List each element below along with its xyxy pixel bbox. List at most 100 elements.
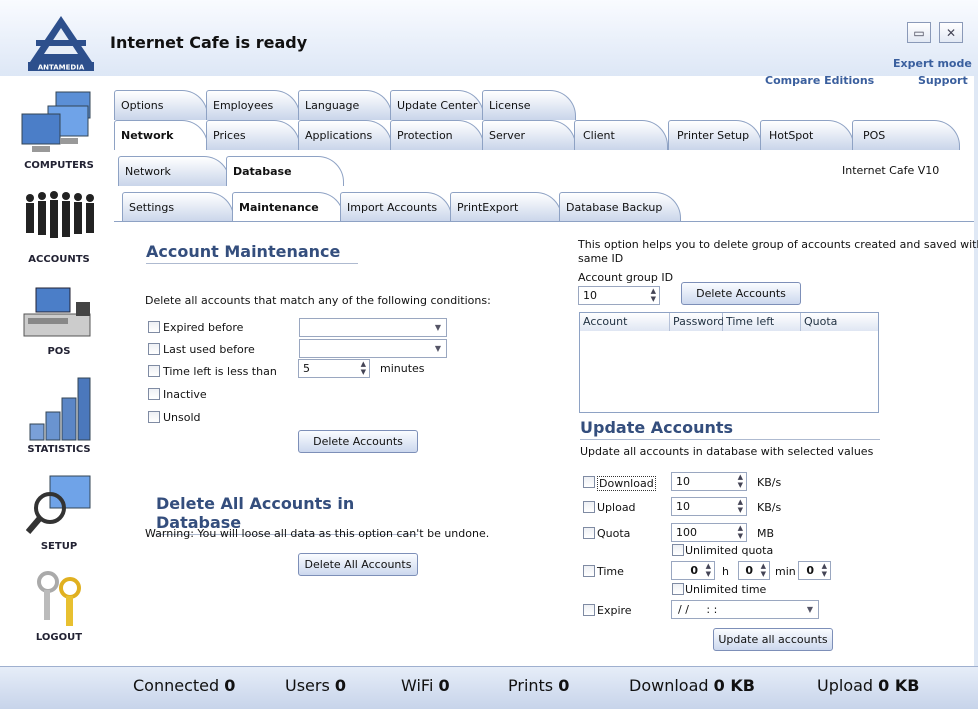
inactive-checkbox[interactable]: [148, 388, 160, 400]
grid-header-quota[interactable]: Quota: [801, 313, 878, 331]
tab-options[interactable]: Options: [114, 90, 208, 120]
account-group-id-stepper[interactable]: 10 ▲ ▼: [578, 286, 660, 305]
grid-header-account[interactable]: Account: [580, 313, 670, 331]
spinner-arrows-icon[interactable]: ▲ ▼: [738, 473, 743, 489]
minimize-button[interactable]: ▭: [907, 22, 931, 43]
time-left-checkbox[interactable]: [148, 365, 160, 377]
quota-value: 100: [676, 526, 697, 539]
tab-employees[interactable]: Employees: [206, 90, 300, 120]
tab-pos[interactable]: POS: [852, 120, 960, 150]
quota-label: Quota: [597, 527, 631, 540]
update-all-accounts-button[interactable]: Update all accounts: [713, 628, 833, 651]
chevron-down-icon: ▼: [434, 344, 441, 353]
tab-client[interactable]: Client: [574, 120, 668, 150]
subtab-import-accounts[interactable]: Import Accounts: [340, 192, 452, 222]
tab-language[interactable]: Language: [298, 90, 392, 120]
status-users-label: Users: [285, 676, 330, 695]
grid-header-time-left[interactable]: Time left: [723, 313, 801, 331]
time-minutes-stepper[interactable]: 0 ▲ ▼: [738, 561, 770, 580]
support-link[interactable]: Support: [918, 74, 968, 87]
header-bar: ANTAMEDIA Internet Cafe is ready ▭ ✕ Exp…: [0, 0, 978, 76]
tab-printer-setup[interactable]: Printer Setup: [668, 120, 762, 150]
subtab-database-backup[interactable]: Database Backup: [559, 192, 681, 222]
time-left-minutes-stepper[interactable]: 5 ▲ ▼: [298, 359, 370, 378]
status-users-value: 0: [334, 676, 347, 695]
compare-editions-link[interactable]: Compare Editions: [765, 74, 874, 87]
status-download-value: 0 KB: [713, 676, 755, 695]
expire-checkbox[interactable]: [583, 604, 595, 616]
update-accounts-title: Update Accounts: [580, 418, 880, 440]
subtab-network[interactable]: Network: [118, 156, 230, 186]
last-used-before-date-select[interactable]: ▼: [299, 339, 447, 358]
expert-mode-link[interactable]: Expert mode: [893, 57, 972, 70]
download-checkbox[interactable]: [583, 476, 595, 488]
unlimited-quota-checkbox[interactable]: [672, 544, 684, 556]
tab-prices[interactable]: Prices: [206, 120, 300, 150]
tab-hotspot[interactable]: HotSpot: [760, 120, 854, 150]
spinner-arrows-icon[interactable]: ▲ ▼: [738, 524, 743, 540]
subtab-settings[interactable]: Settings: [122, 192, 234, 222]
tab-network[interactable]: Network: [114, 120, 208, 150]
delete-accounts-button[interactable]: Delete Accounts: [298, 430, 418, 453]
expired-before-date-select[interactable]: ▼: [299, 318, 447, 337]
spinner-arrows-icon[interactable]: ▲ ▼: [738, 498, 743, 514]
tab-license[interactable]: License: [482, 90, 576, 120]
time-label: Time: [597, 565, 624, 578]
quota-checkbox[interactable]: [583, 527, 595, 539]
time-hours-stepper[interactable]: 0 ▲ ▼: [671, 561, 715, 580]
sidebar-item-statistics[interactable]: STATISTICS: [0, 370, 118, 456]
spinner-arrows-icon[interactable]: ▲ ▼: [651, 287, 656, 303]
quota-stepper[interactable]: 100 ▲ ▼: [671, 523, 747, 542]
close-button[interactable]: ✕: [939, 22, 963, 43]
sidebar-item-setup[interactable]: SETUP: [0, 468, 118, 554]
status-upload: Upload 0 KB: [817, 676, 919, 695]
upload-checkbox[interactable]: [583, 501, 595, 513]
spinner-arrows-icon[interactable]: ▲ ▼: [822, 562, 827, 578]
download-speed-stepper[interactable]: 10 ▲ ▼: [671, 472, 747, 491]
account-group-id-label: Account group ID: [578, 271, 674, 284]
sidebar-item-logout[interactable]: LOGOUT: [0, 566, 118, 646]
delete-group-accounts-button[interactable]: Delete Accounts: [681, 282, 801, 305]
spinner-arrows-icon[interactable]: ▲ ▼: [761, 562, 766, 578]
expired-before-label: Expired before: [163, 321, 244, 334]
hours-unit: h: [722, 565, 729, 578]
expired-before-checkbox[interactable]: [148, 321, 160, 333]
delete-all-accounts-button[interactable]: Delete All Accounts: [298, 553, 418, 576]
chevron-down-icon: ▼: [434, 323, 441, 332]
tab-protection[interactable]: Protection: [390, 120, 484, 150]
last-used-before-label: Last used before: [163, 343, 255, 356]
download-value: 10: [676, 475, 690, 488]
sidebar-label-accounts: ACCOUNTS: [28, 254, 90, 265]
upload-speed-stepper[interactable]: 10 ▲ ▼: [671, 497, 747, 516]
subtab-database[interactable]: Database: [226, 156, 344, 186]
grid-header-password[interactable]: Password: [670, 313, 724, 331]
app-window: ANTAMEDIA Internet Cafe is ready ▭ ✕ Exp…: [0, 0, 978, 709]
expire-datetime-select[interactable]: / / : : ▼: [671, 600, 819, 619]
pos-terminal-icon: [23, 287, 91, 337]
unlimited-time-checkbox[interactable]: [672, 583, 684, 595]
status-wifi: WiFi 0: [401, 676, 450, 695]
spinner-arrows-icon[interactable]: ▲ ▼: [361, 360, 366, 376]
spinner-arrows-icon[interactable]: ▲ ▼: [706, 562, 711, 578]
last-used-before-checkbox[interactable]: [148, 343, 160, 355]
upload-label: Upload: [597, 501, 636, 514]
sidebar-item-pos[interactable]: POS: [0, 280, 118, 360]
sidebar: COMPUTERS ACCOUNTS POS STATISTICS SETUP …: [0, 76, 118, 666]
tab-applications[interactable]: Applications: [298, 120, 392, 150]
time-hours-value: 0: [690, 564, 698, 577]
sidebar-item-accounts[interactable]: ACCOUNTS: [0, 184, 118, 272]
time-seconds-value: 0: [806, 564, 814, 577]
subtab-maintenance[interactable]: Maintenance: [232, 192, 344, 222]
time-seconds-stepper[interactable]: 0 ▲ ▼: [798, 561, 831, 580]
status-users: Users 0: [285, 676, 346, 695]
unsold-checkbox[interactable]: [148, 411, 160, 423]
sidebar-item-computers[interactable]: COMPUTERS: [0, 84, 118, 176]
accounts-grid[interactable]: Account Password Time left Quota: [579, 312, 879, 413]
time-checkbox[interactable]: [583, 565, 595, 577]
maintenance-description: Delete all accounts that match any of th…: [145, 294, 491, 307]
subtab-printexport[interactable]: PrintExport: [450, 192, 562, 222]
unlimited-time-label: Unlimited time: [685, 583, 767, 596]
tab-update-center[interactable]: Update Center: [390, 90, 484, 120]
download-label: Download: [597, 476, 656, 491]
tab-server[interactable]: Server: [482, 120, 576, 150]
